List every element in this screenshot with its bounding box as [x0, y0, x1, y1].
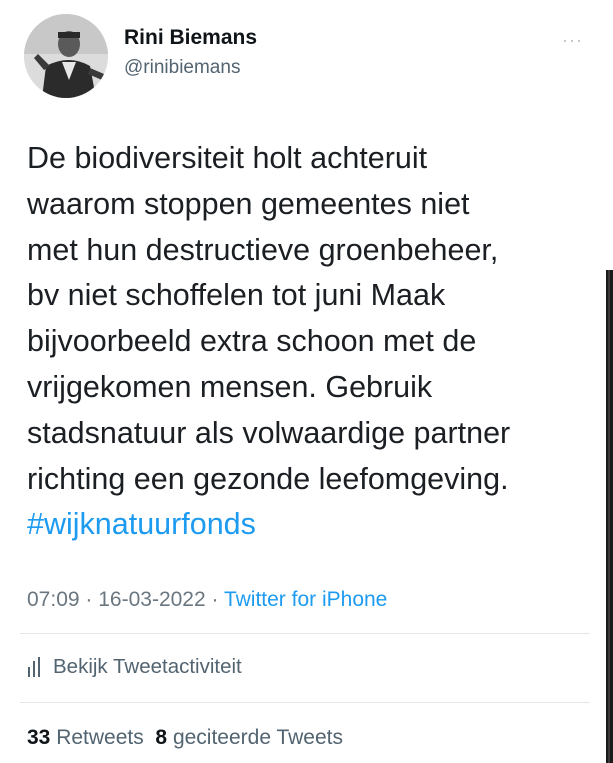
avatar-photo — [24, 14, 108, 98]
tweet-time[interactable]: 07:09 — [27, 588, 80, 611]
tweet-body: De biodiversiteit holt achteruit waarom … — [27, 141, 511, 496]
retweets-stat[interactable]: 33 Retweets — [27, 726, 144, 749]
tweet-source-link[interactable]: Twitter for iPhone — [224, 588, 387, 611]
avatar[interactable] — [24, 14, 108, 98]
tweet-meta: 07:09 · 16-03-2022 · Twitter for iPhone — [27, 588, 387, 612]
tweet-activity-link[interactable]: Bekijk Tweetactiviteit — [27, 655, 242, 679]
hashtag-link[interactable]: #wijknatuurfonds — [27, 507, 256, 541]
quotes-label: geciteerde Tweets — [172, 726, 344, 749]
divider — [20, 633, 590, 634]
author-handle[interactable]: @rinibiemans — [124, 57, 240, 79]
meta-separator: · — [79, 588, 99, 611]
right-edge-photo-strip — [606, 270, 613, 763]
quotes-stat[interactable]: 8 geciteerde Tweets — [155, 726, 343, 749]
tweet-stats: 33 Retweets 8 geciteerde Tweets — [27, 726, 343, 750]
more-options-icon[interactable]: ··· — [562, 30, 583, 51]
bar-chart-icon — [28, 657, 40, 677]
retweets-count: 33 — [27, 726, 51, 749]
author-name[interactable]: Rini Biemans — [124, 26, 257, 50]
tweet-text: De biodiversiteit holt achteruit waarom … — [27, 136, 597, 548]
quotes-count: 8 — [155, 726, 168, 749]
meta-separator: · — [205, 588, 224, 611]
divider — [20, 702, 590, 703]
tweet-activity-label: Bekijk Tweetactiviteit — [53, 655, 242, 678]
retweets-label: Retweets — [56, 726, 144, 749]
tweet-date[interactable]: 16-03-2022 — [98, 588, 205, 611]
